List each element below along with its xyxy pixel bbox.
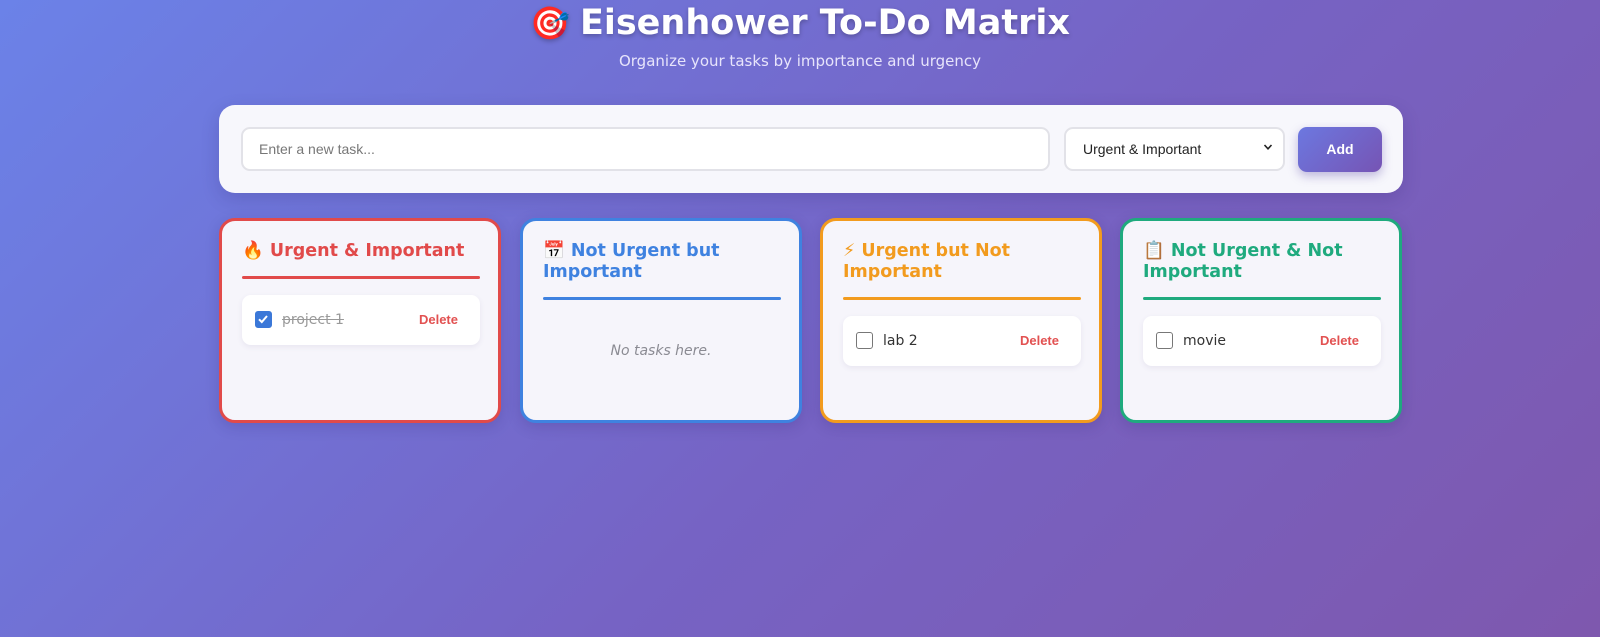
task-text: movie (1183, 333, 1226, 349)
page-title: 🎯 Eisenhower To-Do Matrix (0, 2, 1600, 44)
clipboard-icon: 📋 (1143, 241, 1165, 261)
quadrant-title-text: Not Urgent but Important (543, 241, 720, 282)
add-button[interactable]: Add (1298, 127, 1382, 172)
quadrant-title-text: Urgent & Important (269, 241, 465, 261)
page-subtitle: Organize your tasks by importance and ur… (618, 52, 982, 70)
quadrant-title-text: Not Urgent & Not Important (1143, 241, 1343, 282)
delete-button[interactable]: Delete (1020, 333, 1059, 348)
task-text: lab 2 (883, 333, 918, 349)
empty-message: No tasks here. (610, 343, 712, 359)
quadrant-title: ⚡ Urgent but Not Important (843, 241, 1081, 283)
task-text: project 1 (282, 312, 344, 328)
quadrant-urgent-not-important: ⚡ Urgent but Not Important lab 2 Delete (820, 218, 1102, 423)
delete-button[interactable]: Delete (1320, 333, 1359, 348)
task-item: movie Delete (1143, 316, 1381, 366)
fire-icon: 🔥 (242, 241, 264, 261)
quadrant-not-urgent-important: 📅 Not Urgent but Important No tasks here… (520, 218, 802, 423)
quadrant-divider (1143, 297, 1381, 300)
task-input[interactable] (241, 127, 1050, 171)
priority-select[interactable]: Urgent & Important (1064, 127, 1285, 171)
target-icon: 🎯 (530, 4, 570, 42)
page-title-text: Eisenhower To-Do Matrix (579, 3, 1070, 43)
task-checkbox[interactable] (1156, 332, 1173, 349)
add-task-panel: Urgent & Important Add (219, 105, 1403, 193)
quadrant-title-text: Urgent but Not Important (843, 241, 1011, 282)
quadrant-divider (543, 297, 781, 300)
delete-button[interactable]: Delete (419, 312, 458, 327)
quadrant-title: 📋 Not Urgent & Not Important (1143, 241, 1381, 283)
quadrant-title: 📅 Not Urgent but Important (543, 241, 781, 283)
checkmark-icon (258, 315, 268, 324)
task-checkbox[interactable] (255, 311, 272, 328)
lightning-icon: ⚡ (843, 241, 856, 261)
quadrant-title: 🔥 Urgent & Important (242, 241, 480, 262)
quadrant-not-urgent-not-important: 📋 Not Urgent & Not Important movie Delet… (1120, 218, 1402, 423)
task-checkbox[interactable] (856, 332, 873, 349)
quadrant-divider (242, 276, 480, 279)
quadrant-urgent-important: 🔥 Urgent & Important project 1 Delete (219, 218, 501, 423)
chevron-down-icon (1263, 144, 1273, 150)
task-item: project 1 Delete (242, 295, 480, 345)
quadrant-divider (843, 297, 1081, 300)
calendar-icon: 📅 (543, 241, 565, 261)
priority-select-value: Urgent & Important (1083, 141, 1202, 157)
task-item: lab 2 Delete (843, 316, 1081, 366)
